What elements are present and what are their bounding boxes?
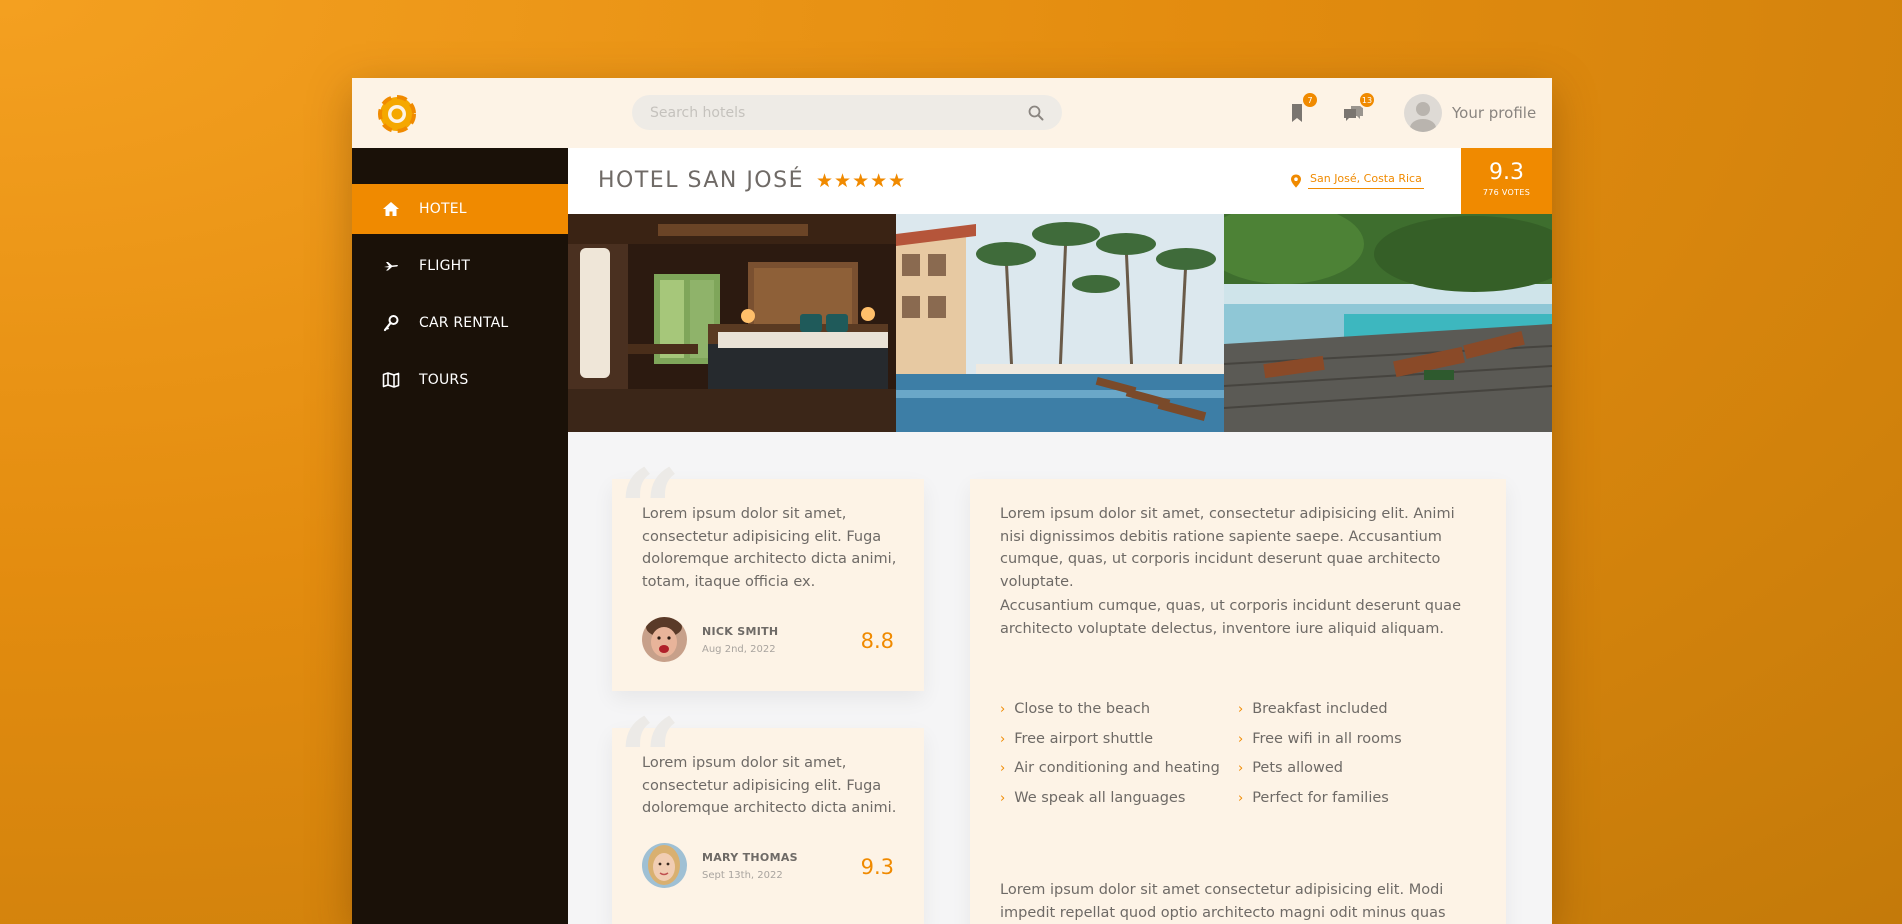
profile-label: Your profile xyxy=(1452,104,1537,122)
home-icon xyxy=(383,202,399,216)
star-rating: ★★★★★ xyxy=(816,170,907,192)
chevron-right-icon: › xyxy=(1000,790,1006,806)
chevron-right-icon: › xyxy=(1238,731,1244,747)
bookmarks-badge: 7 xyxy=(1301,91,1319,109)
review-card: “ Lorem ipsum dolor sit amet, consectetu… xyxy=(612,704,924,924)
review-text: Lorem ipsum dolor sit amet, consectetur … xyxy=(642,506,897,590)
chevron-right-icon: › xyxy=(1238,701,1244,717)
reviewer: NICK SMITH Aug 2nd, 2022 xyxy=(642,617,778,662)
location-link[interactable]: San José, Costa Rica xyxy=(1308,172,1424,189)
amenity-item: › Free wifi in all rooms xyxy=(1238,731,1402,747)
hotel-location[interactable]: San José, Costa Rica xyxy=(1290,172,1424,189)
sidebar-item-hotel[interactable]: HOTEL xyxy=(352,184,568,234)
logo[interactable] xyxy=(377,94,417,134)
messages-button[interactable]: 13 xyxy=(1341,91,1376,126)
hotel-rating-box: 9.3 776 VOTES xyxy=(1461,148,1552,214)
location-pin-icon xyxy=(1291,174,1301,187)
reviewer-photo xyxy=(642,843,687,888)
sidebar-item-label: CAR RENTAL xyxy=(419,315,509,331)
key-icon xyxy=(383,315,399,332)
messages-badge: 13 xyxy=(1358,91,1376,109)
sidebar-item-label: FLIGHT xyxy=(419,258,471,274)
sidebar-item-flight[interactable]: FLIGHT xyxy=(352,241,568,291)
chevron-right-icon: › xyxy=(1238,760,1244,776)
reviewer-name: MARY THOMAS xyxy=(702,850,798,864)
hotel-title: HOTEL SAN JOSÉ xyxy=(598,168,804,193)
app-window: 7 13 Your profile HOTEL xyxy=(352,78,1552,924)
review-date: Aug 2nd, 2022 xyxy=(702,643,776,655)
review-card: “ Lorem ipsum dolor sit amet, consectetu… xyxy=(612,455,924,691)
amenity-item: › We speak all languages xyxy=(1000,790,1186,806)
chevron-right-icon: › xyxy=(1238,790,1244,806)
amenity-item: › Air conditioning and heating xyxy=(1000,760,1220,776)
amenity-item: › Close to the beach xyxy=(1000,701,1151,717)
profile-button[interactable]: Your profile xyxy=(1404,94,1536,132)
review-score: 9.3 xyxy=(860,855,894,879)
chevron-right-icon: › xyxy=(1000,760,1006,776)
search-input[interactable] xyxy=(650,104,1028,121)
hotel-votes: 776 VOTES xyxy=(1482,188,1531,197)
hotel-photo-deck[interactable] xyxy=(1224,214,1552,432)
chevron-right-icon: › xyxy=(1000,731,1006,747)
sidebar-item-car-rental[interactable]: CAR RENTAL xyxy=(352,298,568,348)
review-score: 8.8 xyxy=(860,629,894,653)
avatar xyxy=(642,617,687,662)
reviewer-name: NICK SMITH xyxy=(702,624,779,638)
hotel-description-card: Lorem ipsum dolor sit amet, consectetur … xyxy=(970,479,1506,924)
amenity-item: › Perfect for families xyxy=(1238,790,1389,806)
review-date: Sept 13th, 2022 xyxy=(702,869,783,881)
description-paragraph: Accusantium cumque, quas, ut corporis in… xyxy=(1000,598,1461,637)
reviewer: MARY THOMAS Sept 13th, 2022 xyxy=(642,843,798,888)
avatar xyxy=(642,843,687,888)
resort-pool-image xyxy=(896,214,1224,432)
search-icon[interactable] xyxy=(1028,105,1044,121)
amenity-item: › Free airport shuttle xyxy=(1000,731,1154,747)
description-paragraph: Lorem ipsum dolor sit amet, consectetur … xyxy=(1000,506,1455,590)
sidebar-item-label: TOURS xyxy=(419,372,469,388)
search-bar[interactable] xyxy=(632,95,1062,130)
bookmarks-button[interactable]: 7 xyxy=(1284,91,1319,126)
amenity-item: › Breakfast included xyxy=(1238,701,1388,717)
map-icon xyxy=(382,372,400,388)
hotel-score: 9.3 xyxy=(1489,160,1524,185)
hotel-header: HOTEL SAN JOSÉ ★★★★★ San José, Costa Ric… xyxy=(568,148,1552,214)
bedroom-image xyxy=(568,214,896,432)
review-text: Lorem ipsum dolor sit amet, consectetur … xyxy=(642,755,897,816)
pool-deck-image xyxy=(1224,214,1552,432)
logo-icon xyxy=(378,95,416,133)
description-paragraph: Lorem ipsum dolor sit amet consectetur a… xyxy=(1000,882,1446,921)
hotel-photo-pool[interactable] xyxy=(896,214,1224,432)
sidebar: HOTEL FLIGHT CAR RENTAL TOURS xyxy=(352,148,568,924)
sidebar-item-tours[interactable]: TOURS xyxy=(352,355,568,405)
chevron-right-icon: › xyxy=(1000,701,1006,717)
amenity-item: › Pets allowed xyxy=(1238,760,1343,776)
sidebar-item-label: HOTEL xyxy=(419,201,467,217)
hotel-photo-room[interactable] xyxy=(568,214,896,432)
top-bar: 7 13 Your profile xyxy=(352,78,1552,148)
user-icon xyxy=(1410,102,1436,132)
plane-icon xyxy=(384,262,398,271)
avatar xyxy=(1404,94,1442,132)
reviewer-photo xyxy=(642,617,687,662)
